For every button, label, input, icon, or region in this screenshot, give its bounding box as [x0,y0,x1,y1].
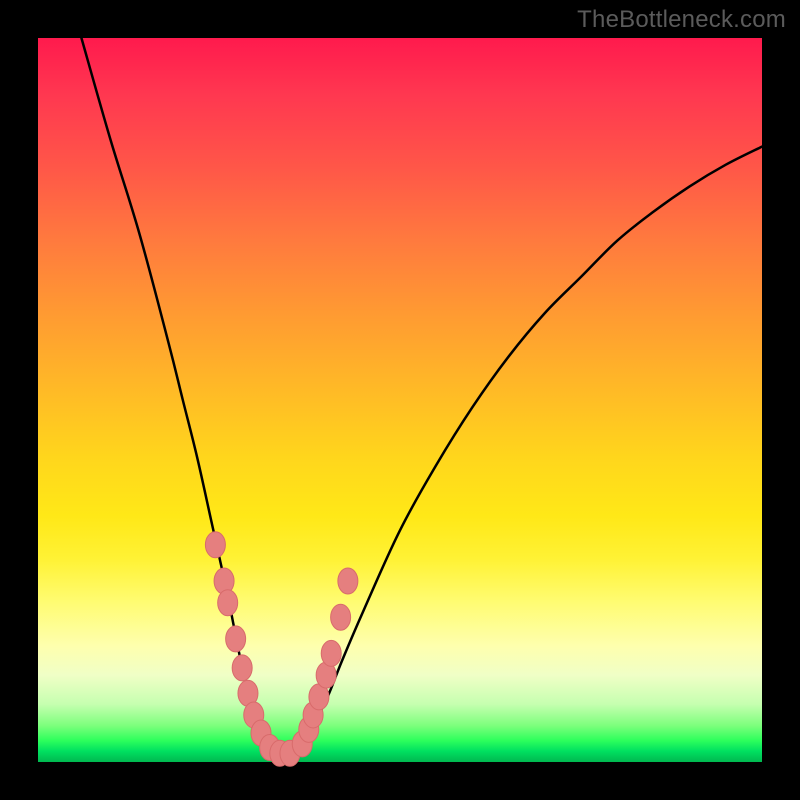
highlight-dot [338,568,358,594]
highlight-dot [321,640,341,666]
highlight-dot [331,604,351,630]
highlight-dot [232,655,252,681]
curve-layer [38,38,762,762]
chart-container: TheBottleneck.com [0,0,800,800]
highlight-dots-group [205,532,357,767]
plot-area [38,38,762,762]
bottleneck-curve [81,38,762,756]
highlight-dot [205,532,225,558]
highlight-dot [226,626,246,652]
watermark-text: TheBottleneck.com [577,6,786,34]
highlight-dot [218,590,238,616]
